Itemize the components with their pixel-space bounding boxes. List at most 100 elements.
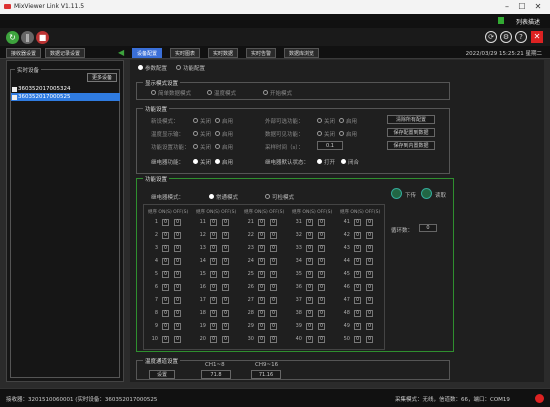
tab-receiver-settings[interactable]: 接收器设置 — [6, 48, 42, 58]
refresh-icon[interactable]: ⟳ — [485, 31, 497, 43]
relay-open-radio[interactable] — [317, 159, 322, 164]
tab-database-browse[interactable]: 数据库浏览 — [284, 48, 320, 58]
relay-on-input[interactable]: 0 — [306, 245, 313, 252]
relay-off-input[interactable]: 0 — [366, 284, 373, 291]
relay-off-input[interactable]: 0 — [318, 245, 325, 252]
relay-close-radio[interactable] — [341, 159, 346, 164]
relay-on-input[interactable]: 0 — [306, 219, 313, 226]
exit-icon[interactable]: ✕ — [531, 31, 543, 43]
relay-off-input[interactable]: 0 — [174, 284, 181, 291]
settings-icon[interactable]: ⚙ — [500, 31, 512, 43]
pause-icon[interactable]: ‖ — [21, 31, 34, 44]
relay-off-input[interactable]: 0 — [318, 336, 325, 343]
relay-on-input[interactable]: 0 — [354, 258, 361, 265]
maximize-button[interactable]: ☐ — [515, 2, 529, 12]
relay-on-input[interactable]: 0 — [162, 271, 169, 278]
relay-off-input[interactable]: 0 — [222, 219, 229, 226]
relay-on-input[interactable]: 0 — [306, 323, 313, 330]
relay-off-input[interactable]: 0 — [366, 336, 373, 343]
relay-off-input[interactable]: 0 — [222, 284, 229, 291]
relay-off-input[interactable]: 0 — [270, 245, 277, 252]
relay-on-input[interactable]: 0 — [210, 219, 217, 226]
option-on-radio[interactable] — [339, 131, 344, 136]
relay-off-input[interactable]: 0 — [318, 232, 325, 239]
relay-on-input[interactable]: 0 — [354, 323, 361, 330]
tab-realtime-alarm[interactable]: 实时告警 — [246, 48, 277, 58]
relay-on-input[interactable]: 0 — [306, 297, 313, 304]
relay-on-input[interactable]: 0 — [162, 258, 169, 265]
normal-mode-radio[interactable] — [209, 194, 214, 199]
relay-on-input[interactable]: 0 — [162, 336, 169, 343]
collapse-arrow-icon[interactable]: ◀ — [118, 48, 124, 57]
relay-off-input[interactable]: 0 — [174, 271, 181, 278]
relay-on-input[interactable]: 0 — [258, 284, 265, 291]
option-off-radio[interactable] — [193, 131, 198, 136]
save-config-button[interactable]: 保存配置到数据 — [387, 128, 435, 137]
relay-off-input[interactable]: 0 — [270, 271, 277, 278]
relay-off-input[interactable]: 0 — [366, 271, 373, 278]
relay-off-input[interactable]: 0 — [222, 297, 229, 304]
relay-on-input[interactable]: 0 — [354, 310, 361, 317]
relay-off-input[interactable]: 0 — [366, 232, 373, 239]
close-window-button[interactable]: ✕ — [531, 2, 545, 12]
relay-off-input[interactable]: 0 — [174, 310, 181, 317]
relay-on-input[interactable]: 0 — [258, 310, 265, 317]
relay-off-input[interactable]: 0 — [174, 245, 181, 252]
relay-off-input[interactable]: 0 — [366, 245, 373, 252]
minimize-button[interactable]: – — [500, 2, 514, 12]
relay-off-input[interactable]: 0 — [222, 310, 229, 317]
stop-icon[interactable]: ■ — [36, 31, 49, 44]
clear-config-button[interactable]: 清除所有配置 — [387, 115, 435, 124]
relay-off-input[interactable]: 0 — [318, 297, 325, 304]
relay-off-input[interactable]: 0 — [222, 232, 229, 239]
channel-set-button[interactable]: 设置 — [149, 370, 175, 379]
option-on-radio[interactable] — [215, 131, 220, 136]
relay-off-input[interactable]: 0 — [174, 258, 181, 265]
relay-on-input[interactable]: 0 — [210, 297, 217, 304]
relay-off-input[interactable]: 0 — [270, 258, 277, 265]
option-on-radio[interactable] — [215, 144, 220, 149]
relay-on-input[interactable]: 0 — [210, 232, 217, 239]
relay-on-input[interactable]: 0 — [258, 258, 265, 265]
option-off-radio[interactable] — [317, 131, 322, 136]
start-mode-radio[interactable] — [263, 90, 268, 95]
relay-on-input[interactable]: 0 — [306, 310, 313, 317]
relay-off-input[interactable]: 0 — [174, 219, 181, 226]
relay-on-radio[interactable] — [215, 159, 220, 164]
relay-on-input[interactable]: 0 — [354, 297, 361, 304]
relay-on-input[interactable]: 0 — [354, 271, 361, 278]
more-devices-button[interactable]: 更多设备 — [87, 73, 117, 82]
option-off-radio[interactable] — [193, 118, 198, 123]
relay-off-input[interactable]: 0 — [366, 323, 373, 330]
relay-off-input[interactable]: 0 — [366, 297, 373, 304]
relay-off-input[interactable]: 0 — [270, 323, 277, 330]
relay-on-input[interactable]: 0 — [354, 219, 361, 226]
relay-on-input[interactable]: 0 — [162, 297, 169, 304]
relay-off-input[interactable]: 0 — [222, 323, 229, 330]
relay-off-input[interactable]: 0 — [174, 336, 181, 343]
relay-on-input[interactable]: 0 — [162, 245, 169, 252]
relay-off-radio[interactable] — [193, 159, 198, 164]
relay-off-input[interactable]: 0 — [270, 219, 277, 226]
help-icon[interactable]: ? — [515, 31, 527, 43]
relay-on-input[interactable]: 0 — [306, 284, 313, 291]
relay-on-input[interactable]: 0 — [306, 232, 313, 239]
relay-off-input[interactable]: 0 — [222, 245, 229, 252]
device-checkbox[interactable] — [12, 94, 17, 100]
relay-on-input[interactable]: 0 — [210, 323, 217, 330]
relay-on-input[interactable]: 0 — [258, 219, 265, 226]
relay-on-input[interactable]: 0 — [354, 232, 361, 239]
ch2-input[interactable]: 71.16 — [251, 370, 281, 379]
relay-on-input[interactable]: 0 — [354, 336, 361, 343]
relay-on-input[interactable]: 0 — [210, 336, 217, 343]
save-internal-button[interactable]: 保存到内置数据 — [387, 141, 435, 150]
relay-on-input[interactable]: 0 — [258, 336, 265, 343]
cycle-count-input[interactable]: 0 — [419, 224, 437, 232]
relay-on-input[interactable]: 0 — [162, 219, 169, 226]
tab-realtime-data[interactable]: 实时数据 — [208, 48, 239, 58]
func-config-radio[interactable] — [176, 65, 181, 70]
relay-on-input[interactable]: 0 — [354, 284, 361, 291]
download-label[interactable]: 下传 — [405, 191, 416, 199]
read-icon[interactable] — [421, 188, 432, 199]
relay-off-input[interactable]: 0 — [318, 258, 325, 265]
